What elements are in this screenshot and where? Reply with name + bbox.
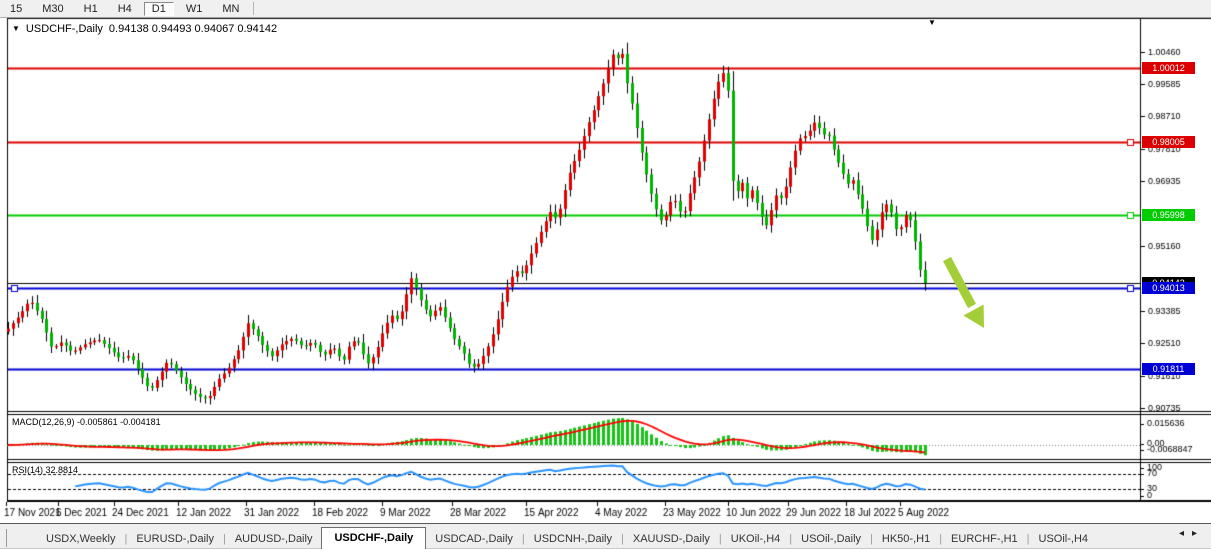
price-level-label-2: 0.95998 — [1142, 209, 1195, 221]
price-level-label-3: 0.94013 — [1142, 282, 1195, 294]
ohlc-values: 0.94138 0.94493 0.94067 0.94142 — [109, 23, 277, 35]
arrow-shaft — [947, 259, 972, 306]
trading-app-window: 15M30H1H4D1W1MN ▼ USDCHF-,Daily 0.94138 … — [0, 0, 1211, 549]
chart-shift-marker-icon[interactable]: ▼ — [928, 18, 936, 27]
macd-indicator-label: MACD(12,26,9) -0.005861 -0.004181 — [12, 417, 161, 427]
price-level-label-1: 0.98005 — [1142, 136, 1195, 148]
tab-scroll-right-icon[interactable]: ▸ — [1192, 528, 1205, 539]
rsi-indicator-label: RSI(14) 32.8814 — [12, 465, 78, 475]
tab-scroll-controls: ◂▸ — [1179, 528, 1205, 539]
down-arrow-annotation[interactable] — [938, 252, 998, 332]
chart-canvas[interactable] — [0, 0, 1211, 549]
price-level-label-0: 1.00012 — [1142, 62, 1195, 74]
tab-scroll-left-icon[interactable]: ◂ — [1179, 528, 1192, 539]
arrow-head — [963, 305, 984, 329]
symbol-name: USDCHF-,Daily — [26, 23, 103, 35]
chart-title: ▼ USDCHF-,Daily 0.94138 0.94493 0.94067 … — [12, 22, 277, 35]
price-level-label-4: 0.91811 — [1142, 363, 1195, 375]
symbol-dropdown-icon[interactable]: ▼ — [12, 24, 20, 34]
